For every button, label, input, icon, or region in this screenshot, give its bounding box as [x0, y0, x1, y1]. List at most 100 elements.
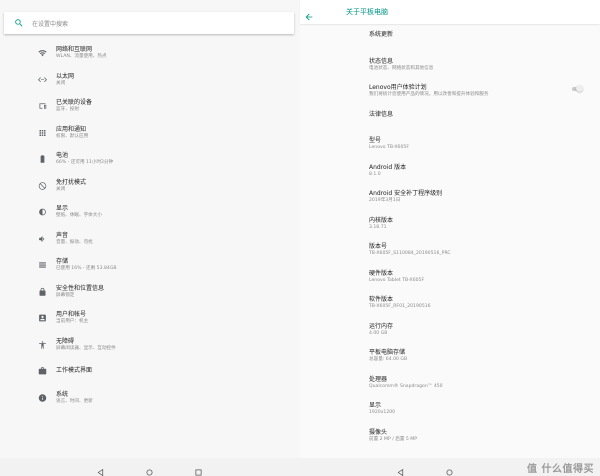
- briefcase-icon: [38, 367, 47, 376]
- search-bar[interactable]: 在设置中搜索: [4, 12, 294, 34]
- settings-item[interactable]: 存储 已使用 16% - 还剩 53.84GB: [0, 252, 300, 279]
- settings-item-summary: 屏幕阅读器、显示、互动控件: [56, 345, 116, 351]
- settings-pane: 在设置中搜索 网络和互联网 WLAN、流量使用、热点 以太网 关闭 已关联的设备 蓝牙、投…: [0, 0, 300, 458]
- wifi-icon: [38, 49, 47, 58]
- back-nav-icon[interactable]: [96, 462, 105, 476]
- about-item-title: 摄像头: [369, 428, 388, 436]
- about-item[interactable]: 软件版本 TB-X605F_RF01_20190516: [369, 293, 594, 320]
- about-item[interactable]: 系统更新: [369, 28, 594, 55]
- ethernet-icon: [38, 75, 47, 84]
- volume-icon: [38, 234, 47, 243]
- about-item-value: 2019年3月1日: [369, 198, 401, 203]
- settings-item[interactable]: 工作模式界面: [0, 358, 300, 385]
- about-item-title: Android 版本: [369, 163, 407, 171]
- about-item[interactable]: 硬件版本 Lenovo Tablet TB-X605F: [369, 267, 594, 294]
- settings-item-summary: 66% - 还可用 11小时2分钟: [56, 160, 114, 166]
- settings-item[interactable]: 声音 音量、振动、勿扰: [0, 226, 300, 253]
- settings-item-title: 以太网: [56, 72, 75, 80]
- about-item[interactable]: 状态信息 电池状态、网络状态和其他信息: [369, 55, 594, 82]
- about-item-title: 硬件版本: [369, 269, 394, 277]
- settings-item[interactable]: 系统 语言、时间、更新: [0, 385, 300, 412]
- settings-menu: 网络和互联网 WLAN、流量使用、热点 以太网 关闭 已关联的设备 蓝牙、投射 应用和通知权…: [0, 40, 300, 411]
- about-item-title: 法律信息: [369, 110, 394, 118]
- back-arrow-icon[interactable]: [304, 7, 314, 21]
- settings-item-title: 声音: [56, 231, 69, 239]
- settings-item-summary: WLAN、流量使用、热点: [56, 54, 107, 60]
- about-item-title: 软件版本: [369, 296, 394, 303]
- about-item[interactable]: 运行内存 4.00 GB: [369, 320, 594, 347]
- recents-nav-icon[interactable]: [194, 462, 203, 476]
- settings-item[interactable]: 电池 66% - 还可用 11小时2分钟: [0, 146, 300, 173]
- about-item-title: 内核版本: [369, 216, 394, 224]
- about-item-value: 总容量: 64.00 GB: [369, 357, 408, 362]
- about-item-title: 平板电脑存储: [369, 349, 406, 356]
- about-item-value: 电池状态、网络状态和其他信息: [369, 65, 434, 71]
- about-item-value: Lenovo TB-X605F: [369, 145, 409, 150]
- settings-item-title: 应用和通知: [56, 125, 87, 133]
- settings-item[interactable]: 网络和互联网 WLAN、流量使用、热点: [0, 40, 300, 67]
- about-item-value: 我们将统计您使用产品的情况，用以改善和提升体验和服务: [369, 92, 489, 97]
- about-item[interactable]: 型号 Lenovo TB-X605F: [369, 134, 594, 161]
- about-item[interactable]: 显示 1920x1200: [369, 399, 594, 426]
- settings-item[interactable]: 免打扰模式 关闭: [0, 173, 300, 200]
- about-item-title: 系统更新: [369, 31, 394, 38]
- settings-item[interactable]: 已关联的设备 蓝牙、投射: [0, 93, 300, 120]
- app-bar: 关于平板电脑: [300, 0, 600, 24]
- settings-item-summary: 屏幕锁定: [56, 292, 75, 298]
- settings-item-summary: 关闭: [56, 80, 66, 86]
- search-icon: [15, 19, 23, 27]
- about-item-value: TB-X605F_S110084_20190516_PRC: [369, 251, 451, 256]
- about-item-title: 版本号: [369, 243, 388, 250]
- about-item-value: TB-X605F_RF01_20190516: [369, 304, 431, 309]
- settings-item-title: 系统: [56, 390, 69, 398]
- settings-item-summary: 当前用户：机主: [56, 319, 89, 325]
- about-item-value: Lenovo Tablet TB-X605F: [369, 277, 425, 283]
- about-item-title: 显示: [369, 402, 382, 409]
- about-pane: 关于平板电脑 系统更新 状态信息 电池状态、网络状态和其他信息 Lenovo用户体验计…: [300, 0, 600, 458]
- apps-icon: [38, 128, 47, 137]
- about-item[interactable]: Android 安全补丁程序级别 2019年3月1日: [369, 187, 594, 214]
- about-item[interactable]: 内核版本 3.18.71: [369, 214, 594, 241]
- about-item-value: 1920x1200: [369, 410, 396, 415]
- settings-item-summary: 音量、振动、勿扰: [56, 239, 93, 245]
- about-item-value: 8.1.0: [369, 171, 381, 177]
- about-item-title: 处理器: [369, 375, 388, 383]
- about-item-value: 4.00 GB: [369, 330, 388, 336]
- battery-icon: [38, 155, 47, 164]
- switch-knob: [576, 85, 583, 92]
- accessibility-icon: [38, 340, 47, 349]
- settings-item[interactable]: 以太网 关闭: [0, 67, 300, 94]
- about-item-value: 3.18.71: [369, 224, 387, 230]
- about-item-title: Lenovo用户体验计划: [369, 84, 427, 91]
- about-item-title: 运行内存: [369, 322, 394, 330]
- settings-item-summary: 壁纸、休眠、字体大小: [56, 213, 102, 219]
- settings-item-summary: 权限、默认应用: [56, 133, 89, 139]
- settings-item[interactable]: 无障碍 屏幕阅读器、显示、互动控件: [0, 332, 300, 359]
- settings-item-summary: 蓝牙、投射: [56, 107, 79, 113]
- settings-item[interactable]: 用户和帐号 当前用户：机主: [0, 305, 300, 332]
- about-item[interactable]: 平板电脑存储 总容量: 64.00 GB: [369, 346, 594, 373]
- about-item-value: Qualcomm® Snapdragon™ 450: [369, 383, 443, 389]
- home-nav-icon[interactable]: [145, 462, 154, 476]
- about-item[interactable]: Lenovo用户体验计划 我们将统计您使用产品的情况，用以改善和提升体验和服务: [369, 81, 594, 108]
- settings-item[interactable]: 安全性和位置信息 屏幕锁定: [0, 279, 300, 306]
- about-item[interactable]: 摄像头 前置 2 MP / 后置 5 MP: [369, 426, 594, 453]
- settings-item[interactable]: 显示 壁纸、休眠、字体大小: [0, 199, 300, 226]
- experience-program-switch[interactable]: [572, 85, 583, 92]
- settings-item-title: 无障碍: [56, 337, 75, 345]
- about-item-title: Android 安全补丁程序级别: [369, 190, 443, 197]
- back-nav-icon-2[interactable]: [396, 462, 405, 476]
- page-title: 关于平板电脑: [346, 8, 388, 16]
- navigation-bar: 值 什么值得买: [0, 458, 600, 476]
- settings-item-summary: 语言、时间、更新: [56, 398, 93, 404]
- about-item[interactable]: Android 版本 8.1.0: [369, 161, 594, 188]
- about-item-title: 状态信息: [369, 57, 394, 65]
- devices-icon: [38, 102, 47, 111]
- settings-item[interactable]: 应用和通知 权限、默认应用: [0, 120, 300, 147]
- brightness-icon: [38, 208, 47, 217]
- about-item[interactable]: 处理器 Qualcomm® Snapdragon™ 450: [369, 373, 594, 400]
- home-nav-icon-2[interactable]: [445, 462, 454, 476]
- about-item[interactable]: 版本号 TB-X605F_S110084_20190516_PRC: [369, 240, 594, 267]
- about-item[interactable]: 法律信息: [369, 108, 594, 135]
- about-item-title: 型号: [369, 137, 382, 144]
